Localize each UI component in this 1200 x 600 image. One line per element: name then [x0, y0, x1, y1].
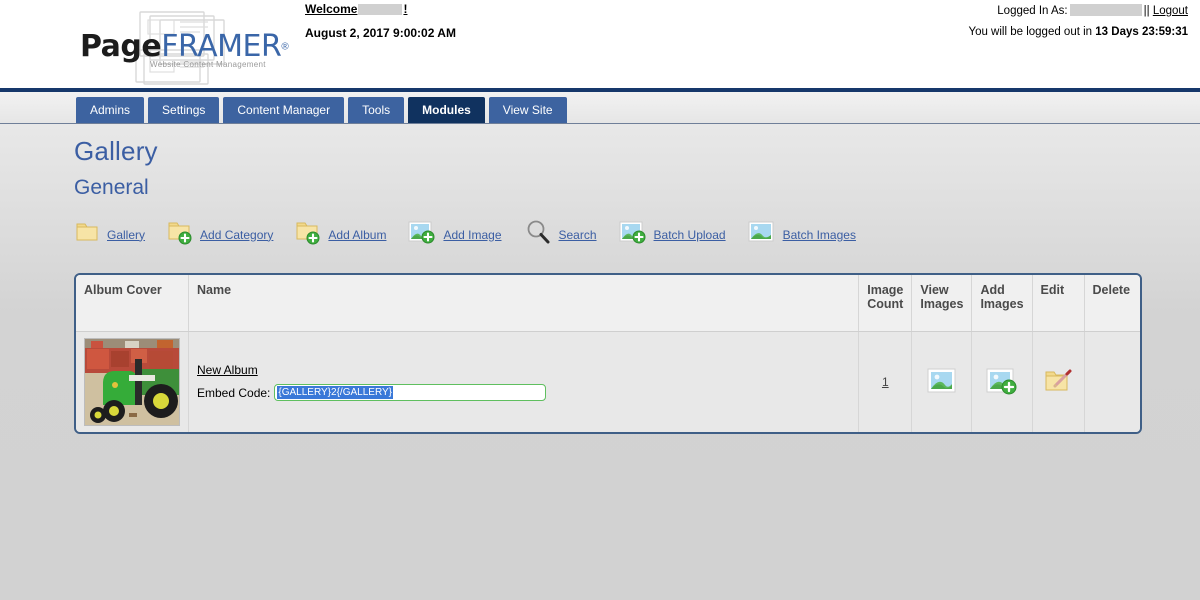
- toolbar-label-add-image: Add Image: [443, 227, 502, 242]
- nav-tab-content-manager[interactable]: Content Manager: [223, 97, 345, 123]
- logo-wordmark: PageFRAMER®: [80, 29, 289, 64]
- nav-tab-settings[interactable]: Settings: [148, 97, 220, 123]
- image-add-icon[interactable]: [986, 367, 1018, 398]
- cell-album-name: New Album Embed Code: {GALLERY}2{/GALLER…: [188, 331, 860, 432]
- welcome-label: Welcome: [305, 2, 358, 16]
- page-title: Gallery: [74, 136, 158, 166]
- folder-add-icon: [167, 219, 193, 250]
- table-row: New Album Embed Code: {GALLERY}2{/GALLER…: [76, 331, 1140, 432]
- embed-code-input[interactable]: {GALLERY}2{/GALLERY}: [274, 384, 547, 401]
- column-header-delete: Delete: [1084, 275, 1140, 332]
- toolbar-item-search[interactable]: Search: [524, 218, 597, 251]
- folder-pencil-icon[interactable]: [1043, 367, 1073, 398]
- column-header-image-count: Image Count: [858, 275, 913, 332]
- cell-album-cover: [76, 331, 189, 432]
- session-separator: ||: [1143, 5, 1150, 17]
- page-content: Gallery General Gallery Add Category Add…: [0, 124, 1200, 596]
- logged-in-as-label: Logged In As:: [997, 5, 1068, 17]
- pageframer-logo[interactable]: PageFRAMER® Website Content Management: [78, 6, 289, 86]
- table-header-row: Album Cover Name Image Count View Images…: [76, 275, 1140, 332]
- image-count-link[interactable]: 1: [882, 375, 889, 389]
- column-header-edit: Edit: [1032, 275, 1085, 332]
- image-icon: [748, 219, 776, 250]
- column-header-album-cover: Album Cover: [76, 275, 189, 332]
- toolbar-label-add-album: Add Album: [328, 227, 387, 242]
- redacted-account-name: [1069, 4, 1142, 16]
- albums-table-body: New Album Embed Code: {GALLERY}2{/GALLER…: [76, 331, 1140, 432]
- magnifier-icon: [524, 218, 552, 251]
- nav-tab-admins[interactable]: Admins: [76, 97, 145, 123]
- toolbar-label-search: Search: [558, 227, 597, 242]
- albums-table-head: Album Cover Name Image Count View Images…: [76, 275, 1140, 332]
- image-add-icon: [408, 219, 436, 250]
- image-add-icon: [619, 219, 647, 250]
- image-icon[interactable]: [927, 367, 957, 398]
- embed-code-label: Embed Code:: [197, 385, 271, 400]
- logo-text-page: Page: [80, 29, 162, 64]
- nav-tab-view-site[interactable]: View Site: [488, 97, 567, 123]
- logout-notice-prefix: You will be logged out in: [968, 26, 1093, 38]
- folder-add-icon: [295, 219, 321, 250]
- session-block: Logged In As: || Logout You will be logge…: [968, 4, 1188, 38]
- toolbar-label-add-category: Add Category: [200, 227, 274, 242]
- embed-code-value: {GALLERY}2{/GALLERY}: [277, 386, 393, 399]
- logo-text-framer: FRAMER: [161, 29, 282, 64]
- cell-image-count: 1: [858, 331, 913, 432]
- toolbar-item-add-image[interactable]: Add Image: [408, 219, 502, 250]
- toolbar-label-gallery: Gallery: [107, 227, 146, 242]
- site-header: PageFRAMER® Website Content Management W…: [0, 0, 1200, 92]
- albums-table: Album Cover Name Image Count View Images…: [76, 275, 1140, 432]
- logout-countdown-value: 13 Days 23:59:31: [1095, 26, 1188, 38]
- album-cover-thumbnail[interactable]: [84, 338, 180, 426]
- cell-add-images: [971, 331, 1033, 432]
- welcome-block: Welcome! August 2, 2017 9:00:02 AM: [305, 2, 456, 40]
- redacted-username: [358, 4, 403, 15]
- toolbar-label-batch-upload: Batch Upload: [653, 227, 726, 242]
- column-header-view-images: View Images: [911, 275, 973, 332]
- embed-code-row: Embed Code: {GALLERY}2{/GALLERY}: [197, 384, 850, 401]
- welcome-suffix: !: [403, 2, 408, 16]
- column-header-name: Name: [188, 275, 860, 332]
- toolbar-item-add-category[interactable]: Add Category: [167, 219, 273, 250]
- logged-in-as-line: Logged In As: || Logout: [968, 4, 1188, 17]
- cell-view-images: [911, 331, 973, 432]
- page-subtitle: General: [74, 176, 149, 199]
- nav-tab-modules[interactable]: Modules: [408, 97, 485, 123]
- logout-countdown-line: You will be logged out in 13 Days 23:59:…: [968, 26, 1188, 38]
- logo-tagline: Website Content Management: [150, 60, 266, 69]
- toolbar-item-batch-images[interactable]: Batch Images: [748, 219, 856, 250]
- nav-tab-tools[interactable]: Tools: [348, 97, 405, 123]
- logo-registered-mark: ®: [281, 41, 289, 53]
- cell-edit: [1032, 331, 1085, 432]
- album-name-link[interactable]: New Album: [197, 363, 258, 377]
- cell-delete[interactable]: [1084, 331, 1140, 432]
- toolbar-item-gallery[interactable]: Gallery: [74, 219, 145, 250]
- main-navigation: Admins Settings Content Manager Tools Mo…: [0, 92, 1200, 124]
- toolbar-label-batch-images: Batch Images: [782, 227, 856, 242]
- toolbar-item-add-album[interactable]: Add Album: [295, 219, 386, 250]
- column-header-add-images: Add Images: [971, 275, 1033, 332]
- current-datetime: August 2, 2017 9:00:02 AM: [305, 26, 456, 40]
- welcome-greeting[interactable]: Welcome!: [305, 2, 456, 16]
- albums-table-container: Album Cover Name Image Count View Images…: [74, 273, 1142, 434]
- logout-link[interactable]: Logout: [1153, 5, 1188, 17]
- toolbar-item-batch-upload[interactable]: Batch Upload: [619, 219, 726, 250]
- module-toolbar: Gallery Add Category Add Album Add Image…: [74, 218, 1200, 251]
- folder-icon: [74, 219, 100, 250]
